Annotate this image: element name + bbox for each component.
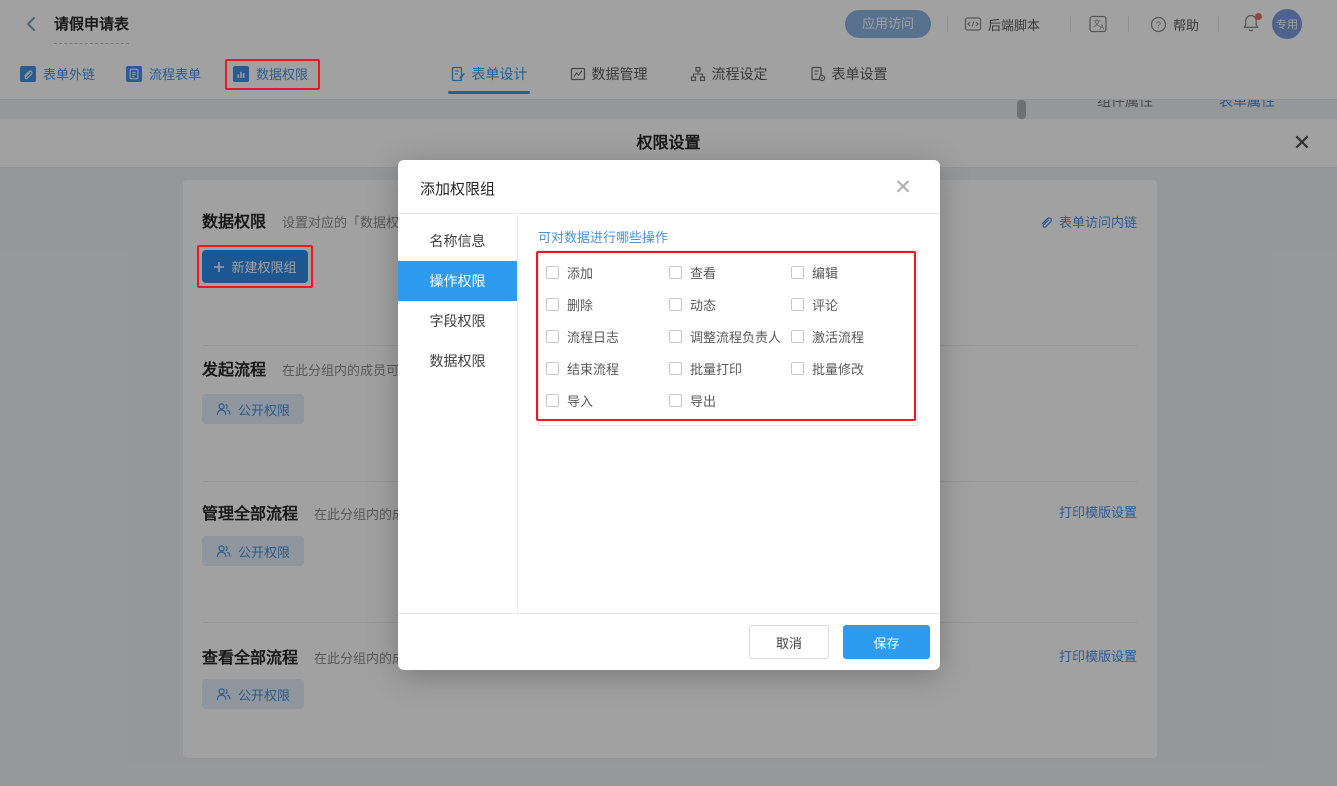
add-permission-group-dialog: 添加权限组 ✕ 名称信息 操作权限 字段权限 数据权限 可对数据进行哪些操作 添…: [398, 160, 940, 670]
checkbox[interactable]: [791, 362, 804, 375]
checkbox-label: 编辑: [812, 263, 838, 282]
operations-box: 添加 查看 编辑 删除 动态 评论 流程日志 调整流程负责人 激活流程 结束流程…: [538, 250, 918, 426]
nav-item-field-permission[interactable]: 字段权限: [398, 301, 517, 341]
checkbox-label: 导入: [567, 391, 593, 410]
nav-item-data-permission[interactable]: 数据权限: [398, 341, 517, 381]
nav-item-operation-permission[interactable]: 操作权限: [398, 261, 517, 301]
operation-item: 动态: [669, 295, 791, 314]
checkbox-label: 批量打印: [690, 359, 742, 378]
checkbox[interactable]: [546, 298, 559, 311]
checkbox[interactable]: [791, 266, 804, 279]
checkbox-label: 调整流程负责人: [690, 327, 781, 346]
close-icon[interactable]: ✕: [890, 174, 916, 200]
dialog-nav: 名称信息 操作权限 字段权限 数据权限: [398, 215, 518, 613]
dialog-footer: 取消 保存: [398, 613, 940, 670]
checkbox[interactable]: [669, 394, 682, 407]
checkbox-label: 结束流程: [567, 359, 619, 378]
checkbox-label: 评论: [812, 295, 838, 314]
checkbox-label: 激活流程: [812, 327, 864, 346]
operation-item: 激活流程: [791, 327, 911, 346]
operation-item: 批量打印: [669, 359, 791, 378]
checkbox[interactable]: [669, 330, 682, 343]
content-title: 可对数据进行哪些操作: [538, 227, 668, 246]
dialog-body: 名称信息 操作权限 字段权限 数据权限 可对数据进行哪些操作 添加 查看 编辑 …: [398, 215, 940, 613]
operation-item: 查看: [669, 263, 791, 282]
operation-item: 编辑: [791, 263, 911, 282]
operation-item: 删除: [546, 295, 669, 314]
checkbox-label: 动态: [690, 295, 716, 314]
operation-item: 评论: [791, 295, 911, 314]
checkbox-label: 批量修改: [812, 359, 864, 378]
checkbox-label: 导出: [690, 391, 716, 410]
checkbox[interactable]: [791, 298, 804, 311]
operation-item: 结束流程: [546, 359, 669, 378]
checkbox[interactable]: [669, 266, 682, 279]
operation-item: 流程日志: [546, 327, 669, 346]
checkbox[interactable]: [546, 394, 559, 407]
checkbox[interactable]: [669, 298, 682, 311]
operation-item: 导入: [546, 391, 669, 410]
operation-item: 导出: [669, 391, 791, 410]
checkbox[interactable]: [546, 362, 559, 375]
operation-item: 批量修改: [791, 359, 911, 378]
save-button[interactable]: 保存: [843, 625, 930, 659]
checkbox[interactable]: [669, 362, 682, 375]
checkbox[interactable]: [546, 330, 559, 343]
checkbox-label: 添加: [567, 263, 593, 282]
operation-item: 调整流程负责人: [669, 327, 791, 346]
cancel-button[interactable]: 取消: [749, 625, 829, 659]
operation-item: 添加: [546, 263, 669, 282]
checkbox[interactable]: [791, 330, 804, 343]
dialog-content: 可对数据进行哪些操作 添加 查看 编辑 删除 动态 评论 流程日志 调整流程负责…: [519, 215, 940, 613]
checkbox-label: 流程日志: [567, 327, 619, 346]
checkbox-label: 查看: [690, 263, 716, 282]
dialog-header: 添加权限组 ✕: [398, 160, 940, 214]
app-window: 请假申请表 应用访问 后端脚本 文A ? 帮助: [0, 0, 1337, 786]
nav-item-name-info[interactable]: 名称信息: [398, 221, 517, 261]
checkbox-label: 删除: [567, 295, 593, 314]
checkbox[interactable]: [546, 266, 559, 279]
dialog-title: 添加权限组: [420, 178, 495, 199]
